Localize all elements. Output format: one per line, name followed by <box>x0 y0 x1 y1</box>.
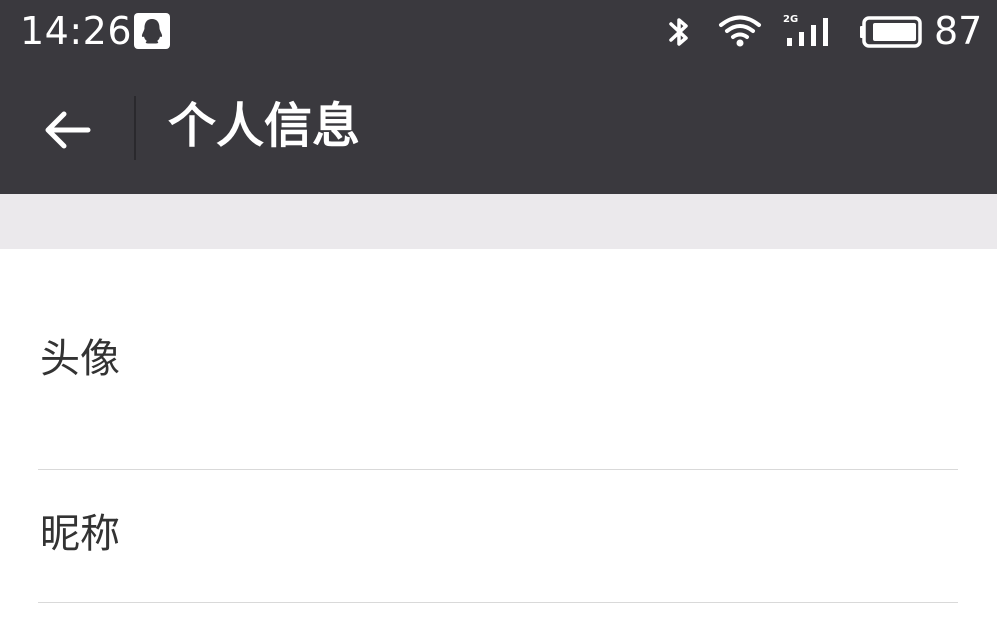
row-divider <box>38 602 958 603</box>
back-arrow-icon <box>45 111 91 149</box>
status-bar: 14:26 2G 87 <box>0 0 997 64</box>
app-bar: 个人信息 <box>0 64 997 194</box>
list-item-label: 头像 <box>40 336 120 382</box>
bluetooth-icon <box>664 14 694 50</box>
list-item-label: 昵称 <box>40 511 120 557</box>
back-button[interactable] <box>30 94 100 164</box>
app-bar-divider <box>134 96 136 160</box>
profile-info-list: 头像 昵称 <box>0 249 997 603</box>
network-type-label: 2G <box>783 14 798 25</box>
status-time: 14:26 <box>20 9 133 53</box>
qq-icon <box>134 13 170 49</box>
battery-icon <box>860 16 926 48</box>
wifi-icon <box>718 14 762 48</box>
list-item-avatar[interactable]: 头像 <box>0 249 997 470</box>
section-spacer <box>0 194 997 249</box>
signal-icon: 2G <box>783 12 841 48</box>
list-item-nickname[interactable]: 昵称 <box>0 470 997 603</box>
page-title: 个人信息 <box>168 98 361 154</box>
battery-percentage: 87 <box>934 9 983 53</box>
